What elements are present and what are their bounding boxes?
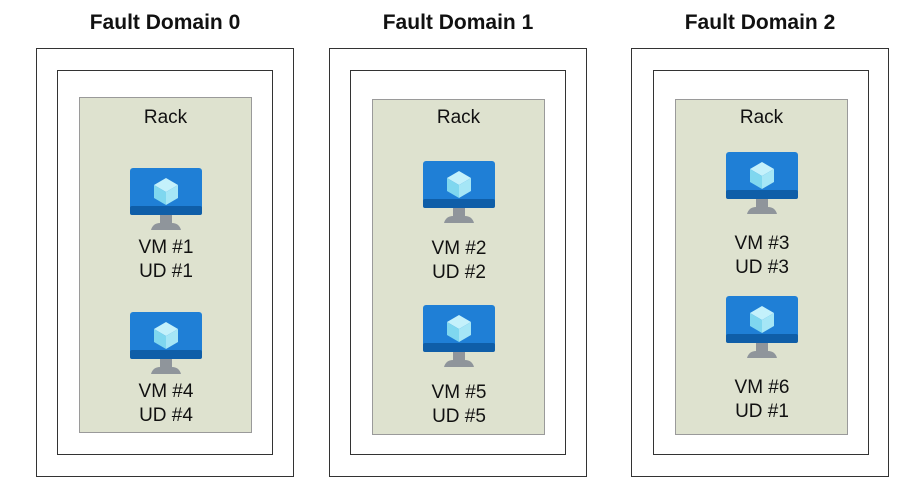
rack-label: Rack — [143, 107, 188, 128]
virtual-machine-icon — [726, 152, 798, 214]
vm-name: VM #2 — [431, 238, 487, 259]
vm-name: VM #6 — [734, 377, 790, 398]
virtual-machine-icon — [130, 312, 202, 374]
fault-domain-1-rack: Rack VM #2 UD #2 VM #5 UD #5 — [372, 99, 545, 435]
update-domain: UD #5 — [432, 406, 486, 427]
vm-5: VM #5 UD #5 — [404, 305, 514, 429]
fault-domain-2-title: Fault Domain 2 — [684, 11, 836, 34]
vm-3: VM #3 UD #3 — [707, 152, 817, 280]
update-domain: UD #3 — [735, 257, 789, 278]
update-domain: UD #4 — [139, 405, 193, 426]
update-domain: UD #1 — [139, 261, 193, 282]
virtual-machine-icon — [726, 296, 798, 358]
fault-domain-1-title: Fault Domain 1 — [382, 11, 534, 34]
update-domain: UD #1 — [735, 401, 789, 422]
virtual-machine-icon — [130, 168, 202, 230]
fault-domain-0-rack: Rack VM #1 UD #1 VM #4 UD #4 — [79, 97, 252, 433]
vm-name: VM #4 — [138, 381, 194, 402]
vm-6: VM #6 UD #1 — [707, 296, 817, 424]
fault-domain-2-rack: Rack VM #3 UD #3 VM #6 UD #1 — [675, 99, 848, 435]
virtual-machine-icon — [423, 305, 495, 367]
fault-domain-0-title: Fault Domain 0 — [89, 11, 241, 34]
rack-label: Rack — [739, 107, 784, 128]
vm-name: VM #5 — [431, 382, 487, 403]
vm-1: VM #1 UD #1 — [111, 168, 221, 284]
virtual-machine-icon — [423, 161, 495, 223]
vm-4: VM #4 UD #4 — [111, 312, 221, 428]
rack-label: Rack — [436, 107, 481, 128]
vm-2: VM #2 UD #2 — [404, 161, 514, 285]
vm-name: VM #1 — [138, 237, 194, 258]
vm-name: VM #3 — [734, 233, 790, 254]
update-domain: UD #2 — [432, 262, 486, 283]
